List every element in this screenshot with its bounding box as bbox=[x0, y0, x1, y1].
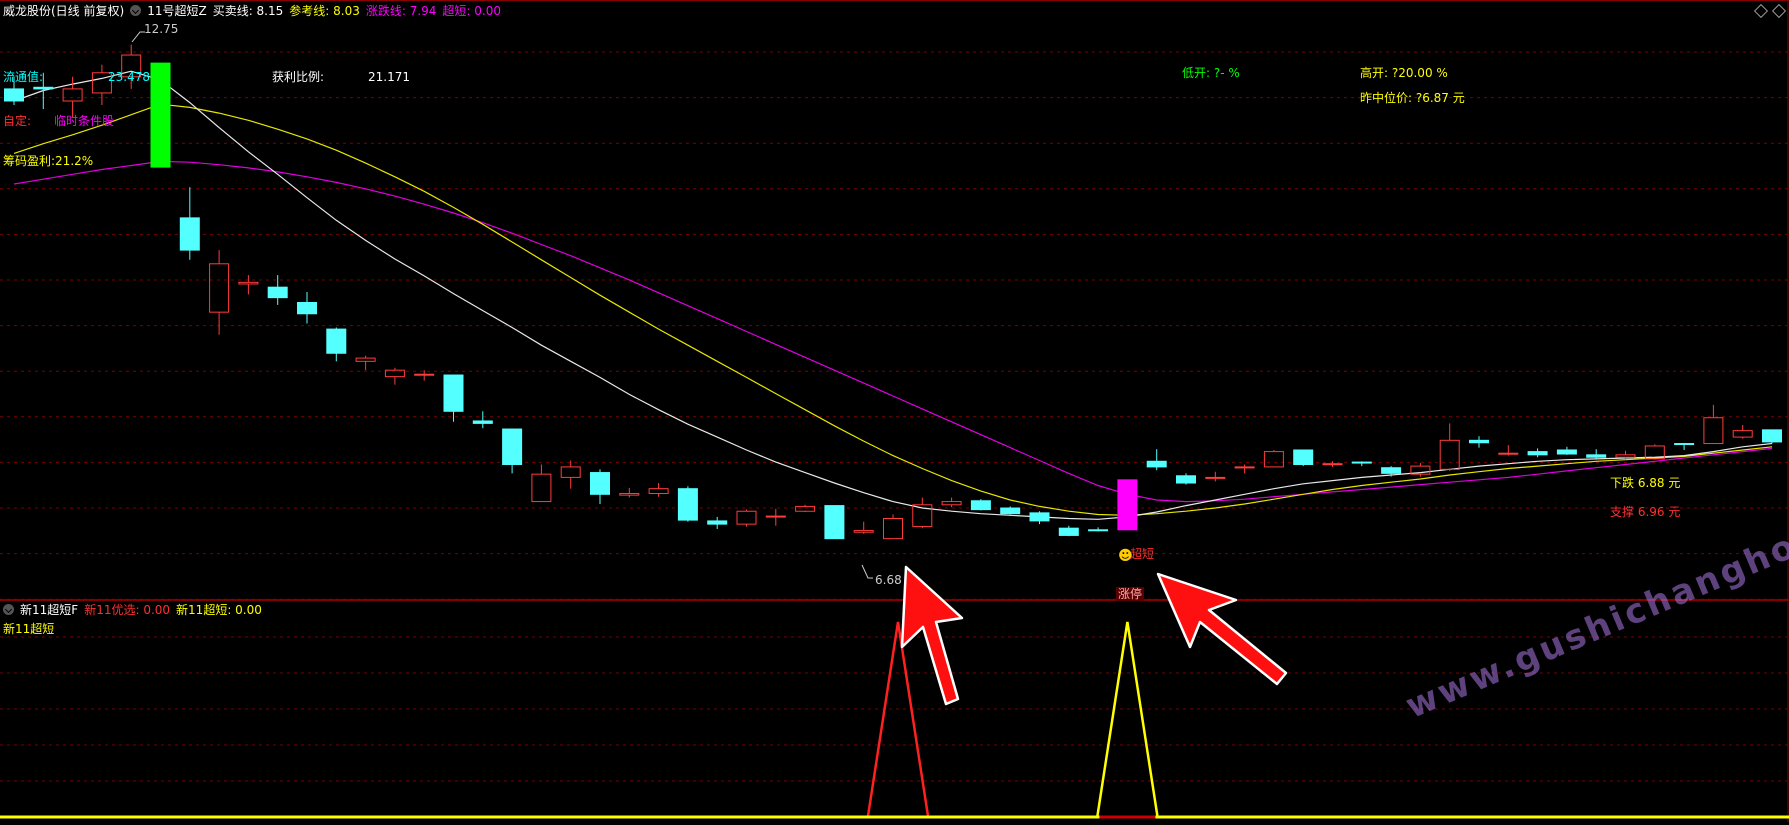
low-price-marker: 6.68 bbox=[875, 573, 902, 587]
smiley-icon: ☻ bbox=[1118, 548, 1133, 564]
candle-body bbox=[1322, 463, 1343, 466]
candle-body bbox=[1117, 479, 1138, 531]
candle-body bbox=[677, 488, 698, 521]
sub-indicator-label: 新11超短 bbox=[3, 622, 55, 636]
candle-body bbox=[1088, 529, 1109, 532]
sub-indicator-item: 新11优选: 0.00 bbox=[84, 603, 171, 617]
ziding-label: 自定: bbox=[3, 114, 32, 128]
huoli-value: 21.171 bbox=[368, 70, 410, 84]
xiadie-label: 下跌 6.88 元 bbox=[1610, 476, 1681, 490]
chouma-label: 筹码盈利:21.2% bbox=[3, 154, 94, 168]
candle-body bbox=[267, 286, 288, 299]
dikai-label: 低开: ?- % bbox=[1182, 66, 1240, 80]
candle-body bbox=[1469, 439, 1489, 444]
chart-stage bbox=[0, 0, 1789, 822]
sub-header: 新11超短F 新11优选: 0.00 新11超短: 0.00 bbox=[3, 603, 268, 617]
candle-body bbox=[648, 488, 669, 495]
candle-body bbox=[1263, 451, 1284, 468]
candle-body bbox=[1176, 475, 1196, 484]
candle-body bbox=[1615, 454, 1636, 458]
zuozhong-label: 昨中位价: ?6.87 元 bbox=[1360, 91, 1465, 105]
candle-body bbox=[707, 520, 728, 525]
candle-body bbox=[1381, 467, 1402, 474]
candlestick-chart bbox=[0, 0, 1789, 822]
stock-name: 威龙股份(日线 前复权) bbox=[3, 4, 125, 18]
sub-indicator-item: 新11超短: 0.00 bbox=[176, 603, 262, 617]
liutong-value: 23.478 bbox=[108, 70, 150, 84]
candle-body bbox=[4, 88, 24, 102]
linshi-label: 临时条件股 bbox=[54, 114, 115, 128]
sub-series-peak bbox=[866, 621, 930, 817]
candle-body bbox=[619, 493, 640, 496]
zhicheng-label: 支撑 6.96 元 bbox=[1610, 505, 1681, 519]
candle-body bbox=[1762, 429, 1782, 443]
main-indicator-item: 超短: 0.00 bbox=[442, 4, 501, 18]
candle-body bbox=[1556, 449, 1577, 455]
candle-body bbox=[1527, 451, 1548, 456]
gaokai-label: 高开: ?20.00 % bbox=[1360, 66, 1448, 80]
candle-body bbox=[326, 328, 347, 354]
main-header: 威龙股份(日线 前复权) 11号超短Z 买卖线: 8.15 参考线: 8.03 涨跌线:… bbox=[3, 4, 507, 18]
annotation-arrow-right bbox=[1156, 572, 1288, 686]
candle-body bbox=[1351, 461, 1372, 464]
liutong-label: 流通值: bbox=[3, 70, 44, 84]
candle-body bbox=[33, 86, 54, 90]
candle-body bbox=[150, 62, 171, 168]
high-price-marker: 12.75 bbox=[144, 22, 179, 36]
candle-body bbox=[1674, 443, 1695, 446]
candle-body bbox=[795, 505, 816, 512]
main-indicator-item: 参考线: 8.03 bbox=[289, 4, 360, 18]
zhangting-mark: 涨停 bbox=[1116, 587, 1145, 601]
candle-body bbox=[472, 420, 493, 424]
candle-body bbox=[1000, 507, 1021, 515]
candle-body bbox=[560, 466, 581, 478]
candle-body bbox=[179, 217, 200, 251]
annotation-arrow-left bbox=[900, 565, 964, 706]
main-indicator-item: 涨跌线: 7.94 bbox=[365, 4, 437, 18]
candle-body bbox=[502, 428, 523, 465]
sub-indicator-menu-icon[interactable] bbox=[3, 604, 14, 615]
candle-body bbox=[355, 357, 376, 362]
main-indicator-name[interactable]: 11号超短Z bbox=[147, 4, 207, 18]
candle-body bbox=[531, 473, 552, 503]
candle-body bbox=[883, 517, 903, 540]
candle-body bbox=[1205, 476, 1226, 479]
candle-body bbox=[238, 281, 259, 285]
low-marker-leader bbox=[861, 564, 873, 579]
candle-body bbox=[443, 374, 464, 412]
candle-body bbox=[1732, 430, 1753, 438]
indicator-menu-icon[interactable] bbox=[130, 5, 142, 16]
candle-body bbox=[736, 510, 757, 525]
candle-body bbox=[1058, 527, 1079, 536]
candle-body bbox=[1439, 439, 1460, 470]
candle-body bbox=[1498, 452, 1519, 455]
candle-body bbox=[414, 373, 435, 376]
candle-body bbox=[62, 88, 83, 102]
sub-series-peak bbox=[1096, 621, 1159, 817]
candle-body bbox=[970, 500, 991, 511]
chaoduan-mark: 超短 bbox=[1130, 547, 1155, 561]
candle-body bbox=[1703, 417, 1724, 445]
candle-body bbox=[1146, 460, 1167, 468]
huoli-label: 获利比例: bbox=[272, 70, 325, 84]
candle-body bbox=[941, 501, 962, 506]
candle-body bbox=[1234, 466, 1255, 469]
candle-body bbox=[297, 301, 317, 315]
candle-body bbox=[1029, 512, 1050, 522]
candle-body bbox=[590, 472, 610, 495]
candle-body bbox=[824, 505, 845, 540]
main-indicator-item: 买卖线: 8.15 bbox=[212, 4, 284, 18]
candle-body bbox=[209, 263, 230, 313]
candle-body bbox=[1586, 454, 1607, 458]
candle-body bbox=[1293, 449, 1314, 465]
candle-body bbox=[765, 515, 786, 518]
sub-indicator-name[interactable]: 新11超短F bbox=[20, 603, 78, 617]
candle-body bbox=[853, 530, 874, 533]
